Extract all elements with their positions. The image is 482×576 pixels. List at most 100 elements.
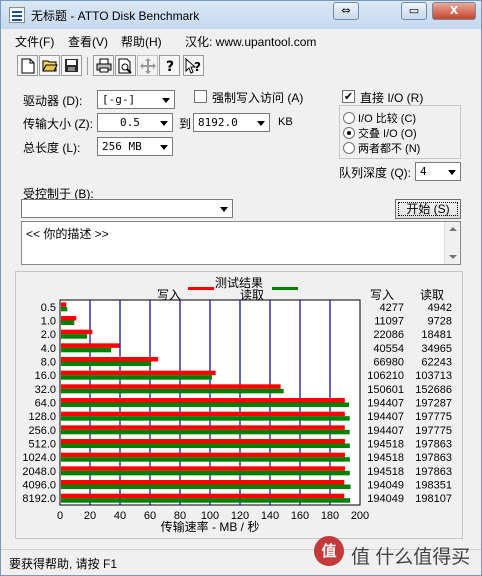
kb-unit-label: KB xyxy=(278,116,293,128)
read-value-label: 197863 xyxy=(415,439,452,451)
write-value-label: 66980 xyxy=(373,357,404,369)
read-bar xyxy=(61,375,212,380)
drive-select[interactable]: [-g-] xyxy=(97,90,175,109)
chevron-down-icon[interactable] xyxy=(156,139,171,154)
x-tick-label: 20 xyxy=(84,510,96,522)
read-value-label: 4942 xyxy=(428,302,452,314)
help-icon[interactable]: ? xyxy=(159,55,180,76)
read-value-label: 103713 xyxy=(415,370,452,382)
context-help-icon[interactable]: ? xyxy=(183,55,204,76)
overlap-io-label: 交叠 I/O (O) xyxy=(358,128,417,140)
read-bar xyxy=(61,429,350,435)
x-tick-label: 180 xyxy=(321,510,339,522)
read-value-label: 197863 xyxy=(415,466,452,478)
write-bar xyxy=(61,384,281,389)
x-tick-label: 160 xyxy=(291,510,309,522)
results-group: 测试结果 写入 读取 写入 读取 传输速率 - MB / 秒 0 20 40 60 80… xyxy=(15,271,463,539)
total-length-label: 总长度 (L): xyxy=(23,141,81,155)
open-icon[interactable] xyxy=(39,55,60,76)
write-value-label: 194518 xyxy=(367,466,404,478)
write-value-label: 194518 xyxy=(367,452,404,464)
read-bar xyxy=(61,402,349,407)
print-preview-icon[interactable] xyxy=(115,55,136,76)
write-value-label: 194049 xyxy=(367,480,404,492)
move-icon[interactable] xyxy=(137,55,158,76)
read-bar xyxy=(61,416,350,421)
read-bar xyxy=(61,361,152,366)
menu-localization[interactable]: 汉化: www.upantool.com xyxy=(185,33,316,50)
drive-value: [-g-] xyxy=(102,93,136,106)
total-length-select[interactable]: 256 MB xyxy=(97,137,173,156)
read-value-label: 198351 xyxy=(415,480,452,492)
read-bar xyxy=(61,306,68,312)
y-tick-label: 0.5 xyxy=(41,302,56,314)
chevron-down-icon[interactable] xyxy=(216,201,231,216)
column-header-read: 读取 xyxy=(420,288,444,302)
transfer-to-select[interactable]: 8192.0 xyxy=(193,113,270,132)
status-bar: 要获得帮助, 请按 F1 值 值 什么值得买 xyxy=(1,536,481,575)
force-write-checkbox[interactable] xyxy=(194,90,207,103)
write-bar xyxy=(61,329,93,335)
y-tick-label: 8192.0 xyxy=(22,493,56,505)
direct-io-checkbox[interactable]: ✔ xyxy=(342,90,355,103)
menu-file[interactable]: 文件(F) xyxy=(15,33,54,50)
write-bar xyxy=(61,439,345,444)
legend-read-swatch xyxy=(272,287,298,290)
description-scrollbar[interactable] xyxy=(444,222,460,264)
start-button[interactable]: 开始 (S) xyxy=(395,199,461,219)
app-window: 无标题 - ATTO Disk Benchmark ⇔ ▭ X 文件(F) 查看… xyxy=(0,0,482,576)
chevron-down-icon[interactable] xyxy=(253,115,268,130)
x-tick-label: 60 xyxy=(144,510,156,522)
overlap-io-radio[interactable] xyxy=(343,127,355,139)
write-bar xyxy=(61,480,345,485)
close-button[interactable]: X xyxy=(432,2,476,20)
write-value-label: 11097 xyxy=(374,316,404,328)
menu-help[interactable]: 帮助(H) xyxy=(121,33,162,50)
y-tick-label: 4.0 xyxy=(41,343,56,355)
total-length-value: 256 MB xyxy=(102,140,142,153)
drive-label: 驱动器 (D): xyxy=(23,94,83,108)
write-value-label: 194407 xyxy=(367,425,404,437)
read-bar xyxy=(61,388,284,394)
maximize-button[interactable]: ▭ xyxy=(401,2,427,20)
neither-io-radio[interactable] xyxy=(343,142,355,154)
y-tick-label: 4096.0 xyxy=(22,480,56,492)
write-value-label: 194518 xyxy=(367,439,404,451)
print-icon[interactable] xyxy=(93,55,114,76)
new-icon[interactable] xyxy=(17,55,38,76)
y-tick-label: 512.0 xyxy=(28,439,56,451)
x-tick-label: 80 xyxy=(174,510,186,522)
chevron-down-icon[interactable] xyxy=(444,164,459,179)
write-value-label: 4277 xyxy=(380,302,404,314)
transfer-from-select[interactable]: 0.5 xyxy=(97,113,173,132)
write-value-label: 194407 xyxy=(367,411,404,423)
queue-depth-select[interactable]: 4 xyxy=(415,162,461,181)
save-icon[interactable] xyxy=(61,55,82,76)
toolbar: ? ? xyxy=(1,53,481,81)
description-field[interactable]: << 你的描述 >> xyxy=(21,221,461,265)
controlled-by-select[interactable] xyxy=(21,199,233,218)
y-tick-label: 2.0 xyxy=(41,329,56,341)
description-text: << 你的描述 >> xyxy=(26,227,109,241)
svg-text:?: ? xyxy=(166,59,174,74)
read-value-label: 62243 xyxy=(421,357,452,369)
chevron-down-icon[interactable] xyxy=(158,92,173,107)
direct-io-label: 直接 I/O (R) xyxy=(360,91,424,105)
write-bar xyxy=(61,411,345,417)
title-bar[interactable]: 无标题 - ATTO Disk Benchmark ⇔ ▭ X xyxy=(1,1,481,29)
transfer-from-value: 0.5 xyxy=(120,116,140,129)
chevron-down-icon[interactable] xyxy=(156,115,171,130)
read-bar xyxy=(61,320,75,325)
minimize-button[interactable]: ⇔ xyxy=(333,2,359,20)
write-bar xyxy=(61,343,120,348)
write-bar xyxy=(61,357,159,362)
queue-depth-value: 4 xyxy=(420,165,427,178)
menu-view[interactable]: 查看(V) xyxy=(68,33,108,50)
read-value-label: 152686 xyxy=(415,384,452,396)
neither-io-label: 两者都不 (N) xyxy=(358,143,421,155)
y-tick-label: 64.0 xyxy=(35,398,56,410)
y-tick-label: 128.0 xyxy=(28,411,56,423)
transfer-to-value: 8192.0 xyxy=(198,116,238,129)
compare-io-radio[interactable] xyxy=(343,112,355,124)
write-bar xyxy=(61,398,345,403)
